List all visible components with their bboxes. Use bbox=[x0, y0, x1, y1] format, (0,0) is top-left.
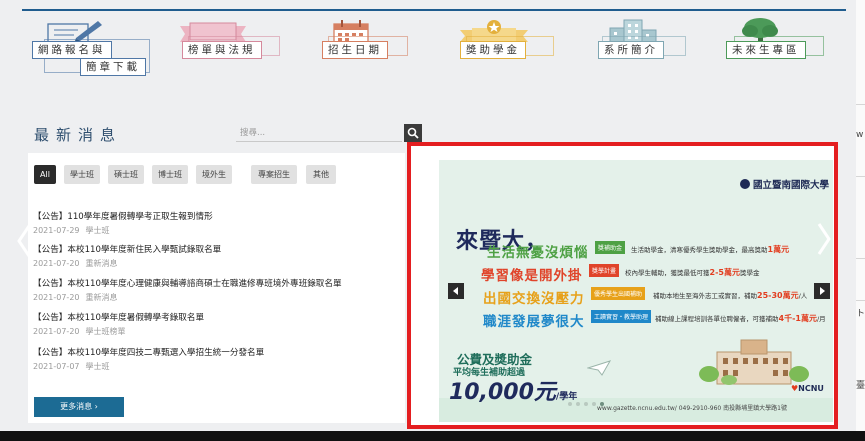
slide-prev-button[interactable] bbox=[448, 283, 464, 299]
news-item-category: 重新消息 bbox=[85, 259, 118, 268]
nav-label: 未來生專區 bbox=[726, 41, 806, 59]
benefit-tag: 獎補助金 bbox=[595, 241, 626, 254]
news-title: 最新消息 bbox=[34, 126, 123, 144]
nav-scholarships[interactable]: 獎助學金 bbox=[454, 14, 558, 80]
news-item-category: 學士班 bbox=[85, 362, 110, 371]
paper-plane-icon bbox=[587, 360, 611, 376]
page: 網路報名與 簡章下載 榜單與法規 招生日期 獎助學金 系所簡介 未來生專區 最新… bbox=[0, 0, 856, 431]
taskbar-strip bbox=[0, 431, 865, 441]
nav-label-line2: 簡章下載 bbox=[80, 58, 146, 76]
carousel-dots bbox=[568, 402, 658, 408]
benefit-desc: 校內學生輔助，獲獎最低可獲2-5萬元獎學金 bbox=[625, 268, 760, 277]
tab-master[interactable]: 碩士班 bbox=[108, 165, 144, 184]
carousel-dot[interactable] bbox=[600, 402, 604, 406]
tab-overseas[interactable]: 境外生 bbox=[196, 165, 232, 184]
news-item-date: 2021-07-20 bbox=[33, 293, 80, 302]
carousel-dot[interactable] bbox=[568, 402, 572, 406]
nav-prospective-students[interactable]: 未來生專區 bbox=[722, 14, 832, 80]
benefit-desc: 補助線上課程培訓各單位聘僱者，可獲補助4千-1萬元/月 bbox=[655, 314, 826, 323]
news-item-date: 2021-07-29 bbox=[33, 226, 80, 235]
news-item-date: 2021-07-20 bbox=[33, 259, 80, 268]
benefit-tag: 獎學計畫 bbox=[589, 264, 620, 277]
news-item[interactable]: 【公告】本校110學年度新住民入學甄試錄取名單 2021-07-20 重新消息 bbox=[33, 243, 403, 269]
chevron-left-icon bbox=[453, 287, 458, 295]
benefit-title: 職涯發展夢很大 bbox=[483, 314, 585, 330]
news-item[interactable]: 【公告】本校110學年度心理健康與輔導諮商碩士在職進修專班境外專班錄取名單 20… bbox=[33, 277, 403, 303]
chevron-right-icon bbox=[820, 287, 825, 295]
benefit-row: 職涯發展夢很大 工讀實習・教學助理 補助線上課程培訓各單位聘僱者，可獲補助4千-… bbox=[439, 310, 833, 330]
news-item-date: 2021-07-07 bbox=[33, 362, 80, 371]
edge-text: ト bbox=[856, 309, 865, 319]
search-input[interactable] bbox=[236, 124, 402, 142]
carousel-dot[interactable] bbox=[576, 402, 580, 406]
nav-label: 獎助學金 bbox=[460, 41, 526, 59]
benefit-row: 學習像是開外掛 獎學計畫 校內學生輔助，獲獎最低可獲2-5萬元獎學金 bbox=[439, 264, 833, 284]
carousel-dot[interactable] bbox=[592, 402, 596, 406]
university-name-text: 國立暨南國際大學 bbox=[752, 180, 829, 191]
nav-label: 榜單與法規 bbox=[182, 41, 262, 59]
nav-rankings-regulations[interactable]: 榜單與法規 bbox=[174, 14, 284, 80]
news-item[interactable]: 【公告】本校110學年度四技二專甄選入學招生統一分發名單 2021-07-07 學… bbox=[33, 346, 403, 372]
campus-building-icon bbox=[699, 339, 809, 385]
carousel-slide[interactable]: 國立暨南國際大學 來暨大， 生活無憂沒煩惱 獎補助金 生活助學金，清寒優秀學生獎… bbox=[439, 160, 833, 422]
benefit-title: 學習像是開外掛 bbox=[481, 268, 583, 284]
news-item-category: 重新消息 bbox=[85, 293, 118, 302]
edge-text: w bbox=[856, 130, 864, 140]
news-item[interactable]: 【公告】本校110學年度暑假轉學考錄取名單 2021-07-20 學士班榜單 bbox=[33, 311, 403, 337]
more-news-button[interactable]: 更多消息 › bbox=[34, 397, 124, 417]
nav-department-intro[interactable]: 系所簡介 bbox=[592, 14, 692, 80]
nav-label: 網路報名與 bbox=[32, 41, 112, 59]
ncnu-logo: ♥NCNU bbox=[791, 384, 824, 393]
top-divider bbox=[22, 9, 846, 11]
tab-doctoral[interactable]: 博士班 bbox=[152, 165, 188, 184]
news-item-title[interactable]: 【公告】110學年度暑假轉學考正取生報到情形 bbox=[33, 210, 403, 222]
benefit-desc: 生活助學金，清寒優秀學生獎助學金，最高獎助1萬元 bbox=[631, 245, 790, 254]
news-item-category: 學士班 bbox=[85, 226, 110, 235]
news-item-title[interactable]: 【公告】本校110學年度暑假轉學考錄取名單 bbox=[33, 311, 403, 323]
right-edge-strip: w ト 臺 bbox=[856, 0, 865, 441]
tab-other[interactable]: 其他 bbox=[306, 165, 336, 184]
nav-online-registration[interactable]: 網路報名與 簡章下載 bbox=[26, 14, 154, 80]
benefit-tag: 優秀學生出國補助 bbox=[591, 287, 646, 300]
benefit-row: 出國交換沒壓力 優秀學生出國補助 補助本地生至海外志工或實習，補助25-30萬元… bbox=[439, 287, 833, 307]
tab-special[interactable]: 專案招生 bbox=[251, 165, 297, 184]
nav-label: 系所簡介 bbox=[598, 41, 664, 59]
carousel-prev-arrow[interactable] bbox=[16, 224, 32, 258]
benefit-row: 生活無憂沒煩惱 獎補助金 生活助學金，清寒優秀學生獎助學金，最高獎助1萬元 bbox=[439, 241, 833, 261]
search-icon bbox=[407, 127, 419, 139]
nav-label: 招生日期 bbox=[322, 41, 388, 59]
search-button[interactable] bbox=[404, 124, 422, 142]
benefit-title: 出國交換沒壓力 bbox=[483, 291, 585, 307]
slide-next-button[interactable] bbox=[814, 283, 830, 299]
news-item-title[interactable]: 【公告】本校110學年度四技二專甄選入學招生統一分發名單 bbox=[33, 346, 403, 358]
nav-admission-dates[interactable]: 招生日期 bbox=[318, 14, 414, 80]
ncnu-logo-text: NCNU bbox=[798, 384, 824, 393]
carousel-next-arrow[interactable] bbox=[816, 222, 832, 256]
news-item-category: 學士班榜單 bbox=[85, 327, 126, 336]
news-item-date: 2021-07-20 bbox=[33, 327, 80, 336]
news-item-title[interactable]: 【公告】本校110學年度新住民入學甄試錄取名單 bbox=[33, 243, 403, 255]
news-item[interactable]: 【公告】110學年度暑假轉學考正取生報到情形 2021-07-29 學士班 bbox=[33, 210, 403, 236]
benefit-desc: 補助本地生至海外志工或實習，補助25-30萬元/人 bbox=[653, 291, 808, 300]
benefit-title: 生活無憂沒煩惱 bbox=[487, 245, 589, 261]
edge-text: 臺 bbox=[856, 381, 865, 391]
news-panel: All 學士班 碩士班 博士班 境外生 專案招生 其他 【公告】110學年度暑假… bbox=[28, 153, 405, 423]
icon-nav: 網路報名與 簡章下載 榜單與法規 招生日期 獎助學金 系所簡介 未來生專區 bbox=[0, 14, 856, 84]
university-logo-icon bbox=[739, 179, 750, 189]
benefit-tag: 工讀實習・教學助理 bbox=[591, 310, 652, 323]
tab-bachelor[interactable]: 學士班 bbox=[64, 165, 100, 184]
slide-amount: 10,000元/學年 bbox=[449, 380, 578, 405]
university-name: 國立暨南國際大學 bbox=[739, 177, 829, 191]
carousel-dot[interactable] bbox=[584, 402, 588, 406]
tab-all[interactable]: All bbox=[34, 165, 56, 184]
news-item-title[interactable]: 【公告】本校110學年度心理健康與輔導諮商碩士在職進修專班境外專班錄取名單 bbox=[33, 277, 403, 289]
